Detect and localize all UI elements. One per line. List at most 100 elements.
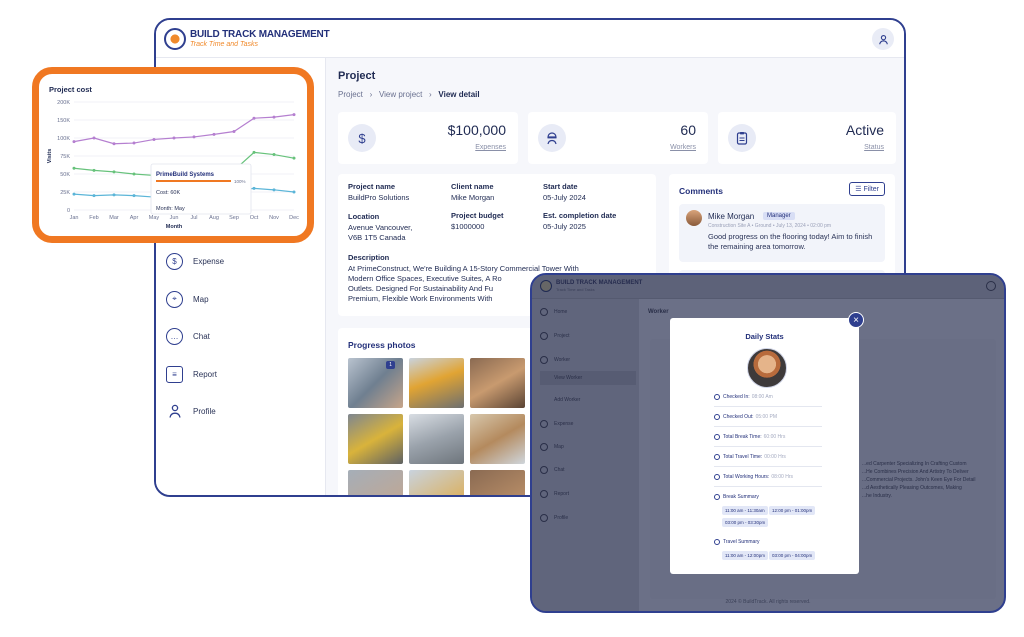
data-point <box>252 150 256 154</box>
breadcrumb-view-project[interactable]: View project <box>379 90 422 99</box>
sidebar-item-report[interactable]: ≡ Report <box>166 363 316 385</box>
data-point <box>272 115 276 119</box>
project-cost-chart-card: Project cost 0 25K 50K 75K 100K 150K 200K Jan Feb… <box>32 67 314 243</box>
worker-bio-line: ...He Combines Precision And Artistry To… <box>862 469 969 475</box>
close-modal-button[interactable]: × <box>848 312 864 328</box>
data-point <box>292 190 296 194</box>
progress-photo[interactable] <box>348 470 403 495</box>
worker-avatar <box>747 348 787 388</box>
progress-photo[interactable] <box>409 470 464 495</box>
y-tick-label: 75K <box>60 154 70 160</box>
worker-icon <box>538 124 566 152</box>
worker-bio-line: ...he Industry. <box>862 493 892 499</box>
stat-link-status[interactable]: Status <box>864 144 884 151</box>
sidebar-item-chat[interactable]: Chat <box>540 463 636 477</box>
car-icon <box>714 454 720 460</box>
progress-photo[interactable] <box>470 358 525 408</box>
y-tick-label: 150K <box>57 118 70 124</box>
breadcrumb-project[interactable]: Project <box>338 90 363 99</box>
y-tick-label: 100K <box>57 136 70 142</box>
x-tick-label: Nov <box>269 215 279 221</box>
sidebar-item-project[interactable]: Project <box>540 329 636 343</box>
progress-photo[interactable] <box>348 414 403 464</box>
stat-link-expenses[interactable]: Expenses <box>475 144 506 151</box>
close-icon: × <box>853 315 859 326</box>
sidebar-item-profile[interactable]: Profile <box>166 400 316 422</box>
progress-photo[interactable]: 1 <box>348 358 403 408</box>
sidebar-item-view-worker[interactable]: View Worker <box>540 371 636 385</box>
progress-photo[interactable] <box>409 358 464 408</box>
home-icon <box>540 308 548 316</box>
user-icon[interactable] <box>986 281 996 291</box>
sidebar-item-map[interactable]: ⌖ Map <box>166 288 316 310</box>
x-tick-label: Jun <box>170 215 179 221</box>
sidebar-item-label: Expense <box>193 256 225 266</box>
stat-value: $100,000 <box>447 122 506 138</box>
y-tick-label: 0 <box>67 208 70 214</box>
stat-card-workers: 60 Workers <box>528 112 708 164</box>
progress-photo[interactable] <box>470 414 525 464</box>
sidebar-item-expense[interactable]: $ Expense <box>166 250 316 272</box>
avatar <box>686 210 702 226</box>
data-point <box>72 140 76 144</box>
sidebar-item-home[interactable]: Home <box>540 305 636 319</box>
tooltip-title: PrimeBuild Systems <box>156 172 215 178</box>
data-point <box>272 153 276 157</box>
worker-bio-line: ...ed Carpenter Specializing In Crafting… <box>862 461 967 467</box>
field-start-date: Start date 05-July 2024 <box>543 182 586 202</box>
coffee-icon <box>714 434 720 440</box>
progress-photo[interactable] <box>409 414 464 464</box>
data-point <box>92 168 96 172</box>
modal-title: Daily Stats <box>745 332 784 341</box>
chart-title: Project cost <box>49 85 92 94</box>
x-tick-label: Aug <box>209 215 219 221</box>
user-menu-button[interactable] <box>872 28 894 50</box>
clock-icon <box>714 394 720 400</box>
divider <box>714 446 822 447</box>
sidebar-item-expense[interactable]: Expense <box>540 417 636 431</box>
y-tick-label: 50K <box>60 172 70 178</box>
progress-photos-title: Progress photos <box>348 340 416 350</box>
comment-author: Mike Morgan <box>708 212 755 221</box>
y-axis-label: Visits <box>47 149 53 164</box>
tooltip-percent: 100% <box>234 179 246 184</box>
break-chip: 11:00 am - 11:30am <box>722 506 768 515</box>
sidebar-item-profile[interactable]: Profile <box>540 511 636 525</box>
travel-chip: 11:00 am - 12:00pm <box>722 551 768 560</box>
stat-link-workers[interactable]: Workers <box>670 144 696 151</box>
data-point <box>272 188 276 192</box>
dollar-icon: $ <box>348 124 376 152</box>
divider <box>714 486 822 487</box>
travel-summary-heading: Travel Summary <box>714 539 760 545</box>
project-icon <box>540 332 548 340</box>
data-point <box>112 170 116 174</box>
filter-button[interactable]: ☰ Filter <box>849 182 885 196</box>
x-tick-label: May <box>149 215 160 221</box>
map-pin-icon: ⌖ <box>166 290 183 308</box>
comment-meta: Construction Site A • Ground • July 13, … <box>708 223 832 229</box>
breadcrumb-view-detail: View detail <box>438 90 480 99</box>
page-title: Project <box>338 70 376 82</box>
role-badge: Manager <box>763 212 795 220</box>
profile-icon <box>166 403 183 420</box>
worker-bio-line: ...Commercial Projects. John's Keen Eye … <box>862 477 976 483</box>
sidebar-item-worker[interactable]: Worker <box>540 353 636 367</box>
chevron-right-icon: › <box>424 90 437 99</box>
data-point <box>232 130 236 134</box>
sidebar-item-add-worker[interactable]: Add Worker <box>540 393 636 407</box>
report-icon: ≡ <box>166 365 183 383</box>
break-chip: 03:00 pm - 03:30pm <box>722 518 769 527</box>
break-summary-heading: Break Summary <box>714 494 759 500</box>
chat-icon <box>540 466 548 474</box>
sidebar-item-map[interactable]: Map <box>540 440 636 454</box>
stat-total-break: Total Break Time: 60:00 Hrs <box>714 434 785 440</box>
stat-card-expenses: $ $100,000 Expenses <box>338 112 518 164</box>
field-location: Location Avenue Vancouver, V6B 1T5 Canada <box>348 212 413 242</box>
clipboard-icon <box>728 124 756 152</box>
comments-title: Comments <box>679 186 723 196</box>
page-title: Worker <box>648 309 669 315</box>
data-point <box>252 186 256 190</box>
progress-photo[interactable] <box>470 470 525 495</box>
sidebar-item-report[interactable]: Report <box>540 487 636 501</box>
sidebar-item-chat[interactable]: … Chat <box>166 325 316 347</box>
